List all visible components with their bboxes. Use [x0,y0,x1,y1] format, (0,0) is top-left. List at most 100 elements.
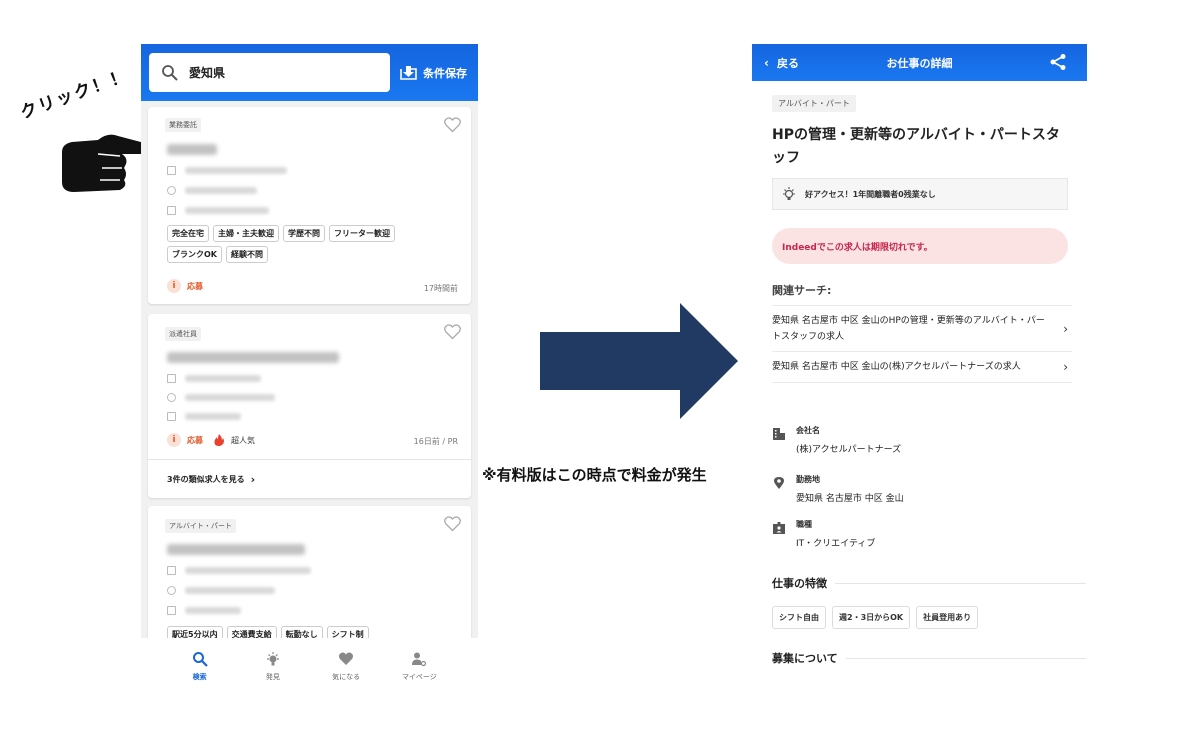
blurred-company [167,566,311,575]
related-link-text: 愛知県 名古屋市 中区 金山のHPの管理・更新等のアルバイト・パートスタッフの求… [772,316,1045,342]
heart-icon[interactable] [444,516,461,532]
job-type-tag: アルバイト・パート [165,519,236,533]
chip: ブランクOK [167,246,222,263]
search-icon [192,651,208,667]
job-card[interactable]: 派遣社員 i 応募 超人気 16日前 / PR 3件の類似求人を見る › [148,314,471,498]
click-annotation-text: クリック！！ [17,65,132,124]
back-label: 戻る [776,56,799,70]
save-condition-label: 条件保存 [423,66,467,80]
company-info: 会社名 (株)アクセルパートナーズ [772,425,901,455]
heart-icon[interactable] [444,324,461,340]
nav-label: 気になる [332,672,361,681]
nav-discover[interactable]: 発見 [243,651,303,682]
jobtype-info: 職種 IT・クリエイティブ [772,519,875,549]
user-gear-icon [412,652,427,666]
building-icon [773,428,785,440]
location-value: 愛知県 名古屋市 中区 金山 [796,494,904,504]
paid-note: ※有料版はこの時点で料金が発生 [482,466,707,484]
job-detail-screen: ‹ 戻る お仕事の詳細 アルバイト・パート HPの管理・更新等のアルバイト・パー… [752,44,1087,684]
heart-icon[interactable] [444,117,461,133]
expired-notice: Indeedでこの求人は期限切れです。 [772,228,1068,264]
job-type-tag: 派遣社員 [165,327,201,341]
related-link-text: 愛知県 名古屋市 中区 金山の(株)アクセルパートナーズの求人 [772,362,1021,372]
blurred-salary [167,606,241,615]
company-label: 会社名 [796,426,820,435]
blurred-location [167,186,257,195]
nav-mypage[interactable]: マイページ [389,651,449,682]
jobtype-label: 職種 [796,520,812,529]
related-search-link[interactable]: 愛知県 名古屋市 中区 金山のHPの管理・更新等のアルバイト・パートスタッフの求… [772,305,1072,352]
feature-chips: シフト自由 週2・3日からOK 社員登用あり [772,606,984,629]
info-icon: i [167,433,181,447]
job-card[interactable]: アルバイト・パート 駅近5分以内 交通費支給 転勤なし シフト制 [148,506,471,646]
chip: 経験不問 [226,246,268,263]
info-icon: i [167,279,181,293]
blurred-company [167,374,261,383]
recruit-heading-text: 募集について [772,652,838,665]
search-header: 愛知県 条件保存 [141,44,478,101]
search-icon [162,64,178,81]
blurred-title [167,144,217,155]
blurred-location [167,586,275,595]
page-title: お仕事の詳細 [886,56,953,70]
recruit-heading: 募集について [772,650,1086,666]
related-search-link[interactable]: 愛知県 名古屋市 中区 金山の(株)アクセルパートナーズの求人 › [772,351,1072,383]
search-results-screen: 愛知県 条件保存 業務委託 完全在宅 主婦・主夫歓迎 学歴不問 フリーター歓迎 … [141,44,478,694]
search-input[interactable]: 愛知県 [149,53,390,92]
chip: 完全在宅 [167,225,209,242]
job-title: HPの管理・更新等のアルバイト・パートスタッフ [772,127,1060,166]
id-card-icon [773,522,785,534]
chip: 学歴不問 [283,225,325,242]
blurred-location [167,393,275,402]
blurred-title [167,352,339,363]
related-search-heading: 関連サーチ: [772,284,832,297]
nav-label: 検索 [192,672,207,681]
heart-icon [339,652,354,665]
features-heading: 仕事の特徴 [772,575,1086,591]
apply-indicator: i 応募 超人気 [167,433,255,447]
similar-jobs-link[interactable]: 3件の類似求人を見る › [148,459,471,499]
nav-label: マイページ [401,672,437,681]
search-value: 愛知県 [189,66,226,80]
save-condition-button[interactable]: 条件保存 [400,65,467,81]
chip: 主婦・主夫歓迎 [213,225,279,242]
posted-time: 16日前 / PR [413,437,458,446]
apply-indicator: i 応募 [167,279,203,293]
stage: クリック！！ 愛知県 条件保存 業務委託 完全在宅 主婦・主夫歓迎 学歴不問 フ… [0,0,1203,750]
chevron-right-icon: › [1063,360,1068,374]
lightbulb-icon [266,651,279,665]
chevron-left-icon: ‹ [764,55,769,70]
chevron-right-icon: › [1063,322,1068,336]
chevron-right-icon: › [250,473,256,486]
detail-header: ‹ 戻る お仕事の詳細 [752,44,1087,81]
feature-chips: 完全在宅 主婦・主夫歓迎 学歴不問 フリーター歓迎 ブランクOK 経験不問 [167,225,457,267]
popular-label: 超人気 [231,435,255,445]
blurred-company [167,166,287,175]
posted-time: 17時間前 [423,284,458,293]
transition-arrow-icon [540,303,738,419]
apply-label: 応募 [187,281,203,291]
flame-icon [214,434,224,446]
nav-label: 発見 [265,672,280,681]
blurred-title [167,544,305,555]
bottom-navigation: 検索 発見 気になる マイページ [141,638,478,694]
blurred-salary [167,206,269,215]
feature-chip: 社員登用あり [916,606,979,629]
blurred-salary [167,412,241,421]
nav-favorites[interactable]: 気になる [316,651,376,682]
highlight-text: 好アクセス！1年間離職者0残業なし [805,189,936,199]
share-icon[interactable] [1049,53,1067,71]
features-heading-text: 仕事の特徴 [772,577,827,590]
back-button[interactable]: ‹ 戻る [764,55,799,71]
company-value: (株)アクセルパートナーズ [796,445,902,455]
location-label: 勤務地 [796,475,820,484]
location-info: 勤務地 愛知県 名古屋市 中区 金山 [772,474,904,504]
feature-chip: 週2・3日からOK [832,606,911,629]
job-card[interactable]: 業務委託 完全在宅 主婦・主夫歓迎 学歴不問 フリーター歓迎 ブランクOK 経験… [148,107,471,304]
highlight-box: 好アクセス！1年間離職者0残業なし [772,178,1068,210]
nav-search[interactable]: 検索 [170,651,230,682]
job-type-tag: 業務委託 [165,118,201,132]
chip: フリーター歓迎 [329,225,395,242]
apply-label: 応募 [187,435,203,445]
popular-badge: 超人気 [213,434,255,446]
